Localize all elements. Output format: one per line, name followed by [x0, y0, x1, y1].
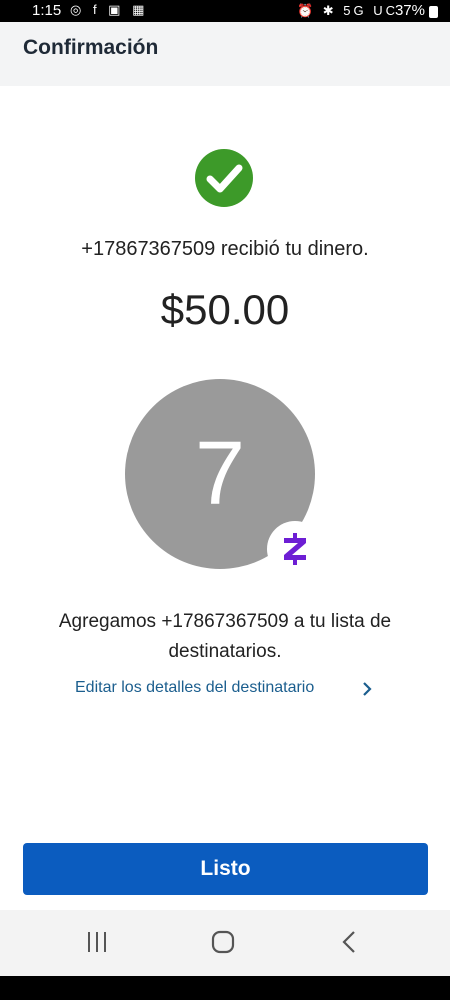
avatar-initial: 7 [194, 424, 246, 524]
amount: $50.00 [160, 286, 290, 333]
page-title: Confirmación [23, 36, 159, 59]
done-button[interactable]: Listo [23, 843, 428, 895]
system-nav-bar [0, 910, 450, 976]
edit-recipient-link[interactable]: Editar los detalles del destinatario [75, 679, 314, 701]
back-icon[interactable] [340, 930, 358, 954]
received-message: +17867367509 recibió tu dinero. [81, 238, 369, 260]
home-icon[interactable] [211, 930, 235, 954]
signal-icons: ⏰ ✱ 5G UC [296, 3, 398, 18]
battery-icon [429, 6, 438, 18]
zelle-badge [267, 521, 323, 577]
bottom-bar [0, 976, 450, 1000]
notification-icons: ◎ f ▣ ▦ [70, 2, 149, 17]
recent-apps-icon[interactable] [85, 930, 109, 954]
chevron-right-icon[interactable] [361, 681, 373, 697]
header: Confirmación [0, 22, 450, 86]
zelle-icon [284, 533, 306, 565]
check-icon [195, 149, 253, 207]
status-bar: 1:15 ◎ f ▣ ▦ ⏰ ✱ 5G UC 37% [0, 0, 450, 22]
status-time: 1:15 [32, 2, 62, 19]
added-recipient-message: Agregamos +17867367509 a tu lista de des… [58, 611, 392, 662]
battery-level: 37% [394, 2, 425, 19]
